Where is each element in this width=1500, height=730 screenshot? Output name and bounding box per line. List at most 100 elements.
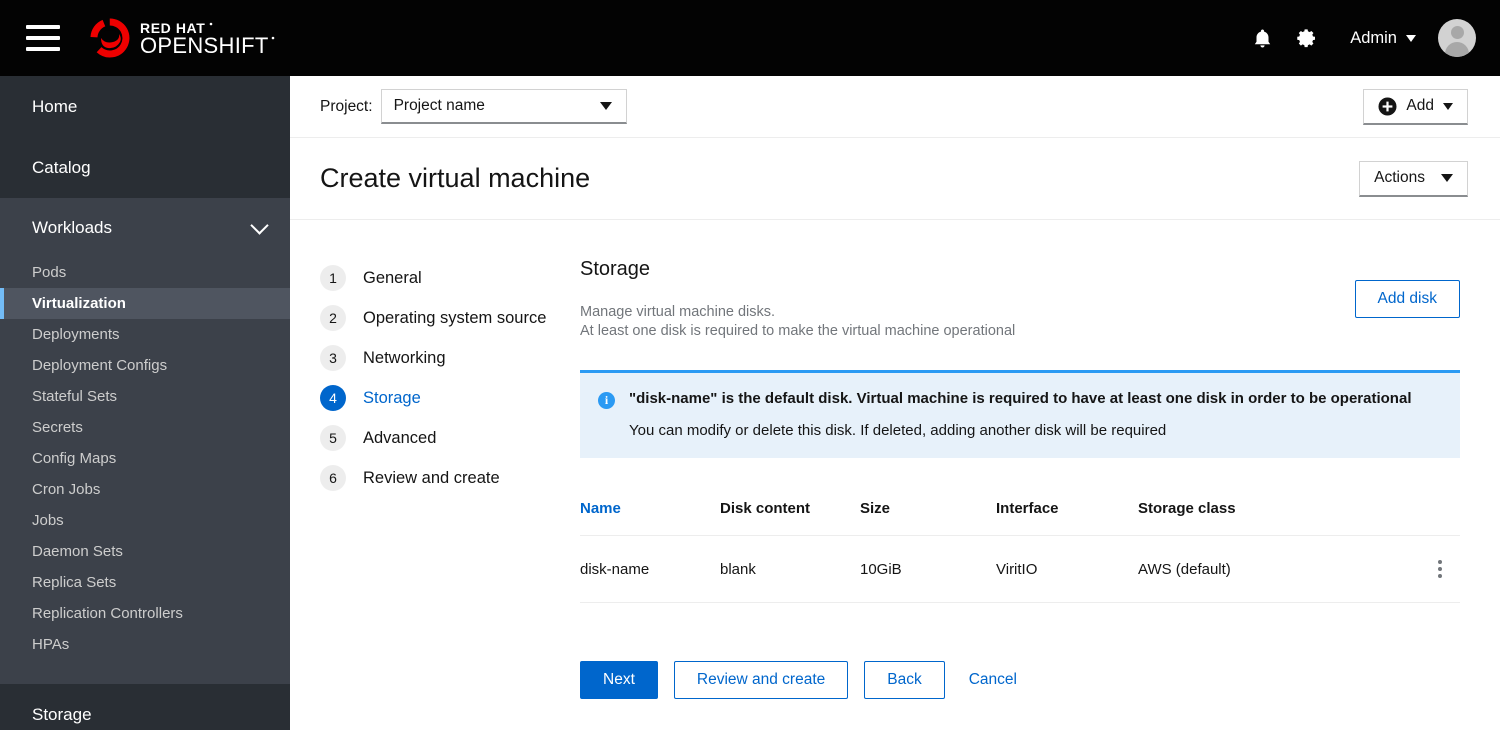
wizard-step-general[interactable]: 1 General — [320, 258, 580, 298]
storage-header-text: Storage Manage virtual machine disks. At… — [580, 258, 1015, 340]
avatar-head — [1450, 26, 1464, 39]
wizard-footer: Next Review and create Back Cancel — [580, 661, 1460, 699]
cell-interface: ViritIO — [996, 535, 1138, 603]
hamburger-menu-icon[interactable] — [26, 25, 60, 51]
sidebar-item-stateful-sets[interactable]: Stateful Sets — [0, 381, 290, 412]
redhat-hat-icon — [90, 18, 130, 58]
sidebar-item-cron-jobs[interactable]: Cron Jobs — [0, 474, 290, 505]
user-menu[interactable]: Admin — [1350, 29, 1416, 48]
sidebar-item-label: Deployment Configs — [32, 357, 168, 374]
redhat-openshift-logo[interactable]: RED HAT OPENSHIFT — [90, 18, 315, 58]
add-button[interactable]: Add — [1363, 88, 1468, 125]
sidebar-item-label: HPAs — [32, 636, 70, 653]
sidebar-item-label: Catalog — [32, 157, 91, 177]
avatar-body — [1445, 42, 1469, 57]
sidebar-item-storage[interactable]: Storage — [0, 684, 290, 730]
sidebar-item-label: Pods — [32, 264, 67, 281]
add-disk-button[interactable]: Add disk — [1354, 280, 1460, 318]
sidebar-item-daemon-sets[interactable]: Daemon Sets — [0, 536, 290, 567]
actions-button-label: Actions — [1374, 169, 1425, 186]
disks-table-body: disk-name blank 10GiB ViritIO AWS (defau… — [580, 535, 1460, 603]
wizard-step-review-and-create[interactable]: 6 Review and create — [320, 458, 580, 498]
step-label: Operating system source — [363, 308, 547, 327]
alert-title: "disk-name" is the default disk. Virtual… — [629, 390, 1412, 407]
sidebar-item-deployment-configs[interactable]: Deployment Configs — [0, 350, 290, 381]
kebab-menu-icon[interactable] — [1420, 560, 1460, 578]
sidebar-section-top: Home — [0, 76, 290, 137]
sidebar-section-catalog: Catalog — [0, 137, 290, 198]
sidebar-item-jobs[interactable]: Jobs — [0, 505, 290, 536]
project-label: Project: — [320, 97, 373, 115]
step-number: 6 — [320, 465, 346, 491]
sidebar-navigation: Home Catalog Workloads Pods Virtualizati… — [0, 76, 290, 730]
sidebar-item-catalog[interactable]: Catalog — [0, 137, 290, 198]
svg-text:OPENSHIFT: OPENSHIFT — [140, 33, 269, 58]
sidebar-item-label: Replication Controllers — [32, 605, 183, 622]
cell-size: 10GiB — [860, 535, 996, 603]
chevron-down-icon — [250, 215, 269, 235]
column-header-storage-class[interactable]: Storage class — [1138, 500, 1420, 536]
sidebar-item-hpas[interactable]: HPAs — [0, 629, 290, 660]
wizard-step-operating-system-source[interactable]: 2 Operating system source — [320, 298, 580, 338]
cell-storage-class: AWS (default) — [1138, 535, 1420, 603]
wizard-step-storage[interactable]: 4 Storage — [320, 378, 580, 418]
plus-circle-icon — [1378, 97, 1397, 115]
page-title-bar: Create virtual machine Actions — [290, 138, 1500, 220]
caret-down-icon — [1441, 174, 1453, 182]
section-title: Storage — [580, 258, 651, 280]
column-header-size[interactable]: Size — [860, 500, 996, 536]
sidebar-section-workloads: Workloads Pods Virtualization Deployment… — [0, 198, 290, 684]
cancel-button[interactable]: Cancel — [961, 661, 1025, 699]
section-description-line1: Manage virtual machine disks. — [580, 304, 776, 320]
sidebar-item-label: Secrets — [32, 419, 83, 436]
project-selector[interactable]: Project name — [380, 89, 627, 124]
step-number: 5 — [320, 425, 346, 451]
wizard-step-networking[interactable]: 3 Networking — [320, 338, 580, 378]
sidebar-item-label: Jobs — [32, 512, 64, 529]
sidebar-item-virtualization[interactable]: Virtualization — [0, 288, 290, 319]
review-and-create-button[interactable]: Review and create — [673, 661, 849, 699]
step-number: 4 — [320, 385, 346, 411]
sidebar-item-label: Config Maps — [32, 450, 117, 467]
avatar[interactable] — [1438, 19, 1476, 57]
wizard-step-list: 1 General 2 Operating system source 3 Ne… — [290, 258, 580, 730]
caret-down-icon — [599, 102, 612, 110]
add-button-label: Add — [1406, 97, 1434, 114]
main-content: Project: Project name Add Create virtual… — [290, 76, 1500, 730]
alert-text: "disk-name" is the default disk. Virtual… — [629, 389, 1411, 440]
info-circle-icon: i — [598, 392, 615, 409]
actions-button[interactable]: Actions — [1359, 160, 1468, 197]
sidebar-group-workloads[interactable]: Workloads — [0, 198, 290, 257]
sidebar-item-label: Replica Sets — [32, 574, 117, 591]
openshift-console: RED HAT OPENSHIFT Admin Home Catalog Wor… — [0, 0, 1500, 730]
chevron-down-icon — [1406, 34, 1416, 42]
column-header-name[interactable]: Name — [580, 500, 720, 536]
page-title: Create virtual machine — [320, 163, 591, 193]
wizard-step-advanced[interactable]: 5 Advanced — [320, 418, 580, 458]
sidebar-item-replication-controllers[interactable]: Replication Controllers — [0, 598, 290, 629]
sidebar-item-replica-sets[interactable]: Replica Sets — [0, 567, 290, 598]
sidebar-item-secrets[interactable]: Secrets — [0, 412, 290, 443]
sidebar-item-pods[interactable]: Pods — [0, 257, 290, 288]
step-label: Review and create — [363, 468, 500, 487]
disks-table: Name Disk content Size Interface Storage… — [580, 500, 1460, 603]
sidebar-section-storage: Storage — [0, 684, 290, 730]
sidebar-item-label: Cron Jobs — [32, 481, 101, 498]
sidebar-item-config-maps[interactable]: Config Maps — [0, 443, 290, 474]
notification-bell-icon[interactable] — [1240, 16, 1284, 60]
user-name: Admin — [1350, 28, 1397, 47]
caret-down-icon — [1443, 102, 1453, 110]
next-button[interactable]: Next — [580, 661, 658, 699]
back-button[interactable]: Back — [864, 661, 945, 699]
column-header-disk-content[interactable]: Disk content — [720, 500, 860, 536]
column-header-interface[interactable]: Interface — [996, 500, 1138, 536]
cell-actions — [1420, 535, 1460, 603]
step-label: General — [363, 268, 422, 287]
sidebar-item-home[interactable]: Home — [0, 76, 290, 137]
create-vm-wizard: 1 General 2 Operating system source 3 Ne… — [290, 220, 1500, 730]
sidebar-item-deployments[interactable]: Deployments — [0, 319, 290, 350]
project-selected-value: Project name — [393, 97, 485, 114]
sidebar-group-padding — [0, 660, 290, 684]
disks-table-head: Name Disk content Size Interface Storage… — [580, 500, 1460, 536]
settings-gear-icon[interactable] — [1284, 16, 1328, 60]
